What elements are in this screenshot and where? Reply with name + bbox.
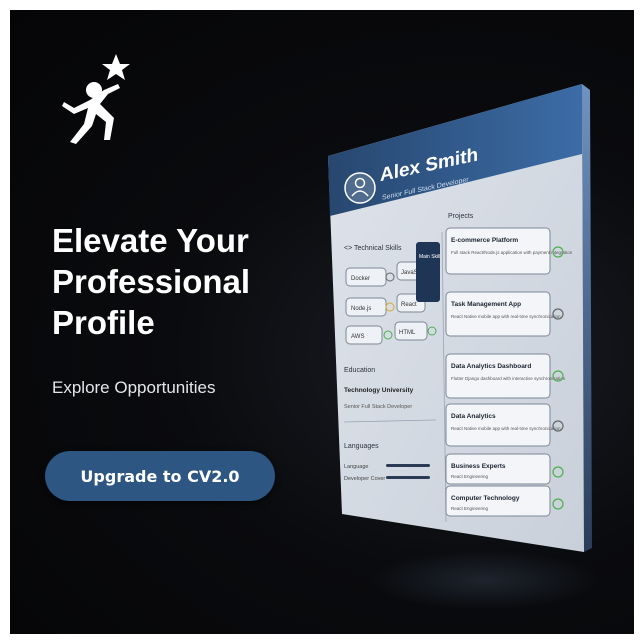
svg-text:React Native mobile app with r: React Native mobile app with real-time s… [451, 426, 561, 431]
user-icon [344, 172, 376, 204]
subheadline: Explore Opportunities [52, 378, 216, 397]
education-school: Technology University [344, 387, 414, 394]
headline-line-1: Elevate Your [52, 222, 249, 259]
language-item: Developer Cover [344, 476, 385, 482]
headline-line-2: Professional [52, 263, 251, 300]
project-card: Business Experts React Engineering [445, 453, 564, 485]
project-card: Computer Technology React Engineering [445, 485, 564, 517]
svg-text:Flutter Django dashboard with: Flutter Django dashboard with interactiv… [451, 376, 566, 381]
headline-line-3: Profile [52, 304, 155, 341]
language-item: Language [344, 464, 368, 470]
skills-title: <> Technical Skills [344, 245, 402, 252]
skill-tooltip: Main Skill [416, 242, 440, 302]
upgrade-button[interactable]: Upgrade to CV2.0 [45, 451, 275, 501]
languages-title: Languages [344, 443, 379, 450]
svg-text:Data Analytics: Data Analytics [451, 413, 496, 420]
svg-text:Data Analytics Dashboard: Data Analytics Dashboard [451, 363, 531, 370]
svg-text:Full stack React/Node.js appli: Full stack React/Node.js application wit… [451, 250, 573, 255]
svg-text:React: React [401, 302, 417, 308]
education-title: Education [344, 367, 375, 374]
project-card: Task Management App React Native mobile … [445, 291, 564, 337]
profile-card-mockup: Alex Smith Senior Full Stack Developer <… [320, 82, 595, 562]
svg-text:React Engineering: React Engineering [451, 474, 489, 479]
svg-text:HTML: HTML [399, 330, 416, 336]
svg-text:AWS: AWS [351, 334, 364, 340]
svg-text:React Engineering: React Engineering [451, 506, 489, 511]
svg-text:Docker: Docker [351, 276, 370, 282]
svg-text:Main Skill: Main Skill [419, 254, 440, 260]
project-card: Data Analytics Dashboard Flutter Django … [445, 353, 566, 399]
ad-banner: Elevate Your Professional Profile Explor… [10, 10, 634, 634]
svg-text:E-commerce Platform: E-commerce Platform [451, 237, 518, 244]
education-line: Senior Full Stack Developer [344, 404, 412, 410]
projects-title: Projects [448, 213, 474, 220]
svg-text:Task Management App: Task Management App [451, 301, 521, 308]
svg-text:Node.js: Node.js [351, 306, 371, 312]
svg-text:Computer Technology: Computer Technology [451, 495, 520, 502]
svg-text:Business Experts: Business Experts [451, 463, 506, 470]
rising-person-star-icon [54, 50, 134, 146]
headline: Elevate Your Professional Profile [52, 220, 312, 343]
project-card: Data Analytics React Native mobile app w… [445, 403, 564, 447]
svg-text:React Native mobile app with r: React Native mobile app with real-time s… [451, 314, 561, 319]
